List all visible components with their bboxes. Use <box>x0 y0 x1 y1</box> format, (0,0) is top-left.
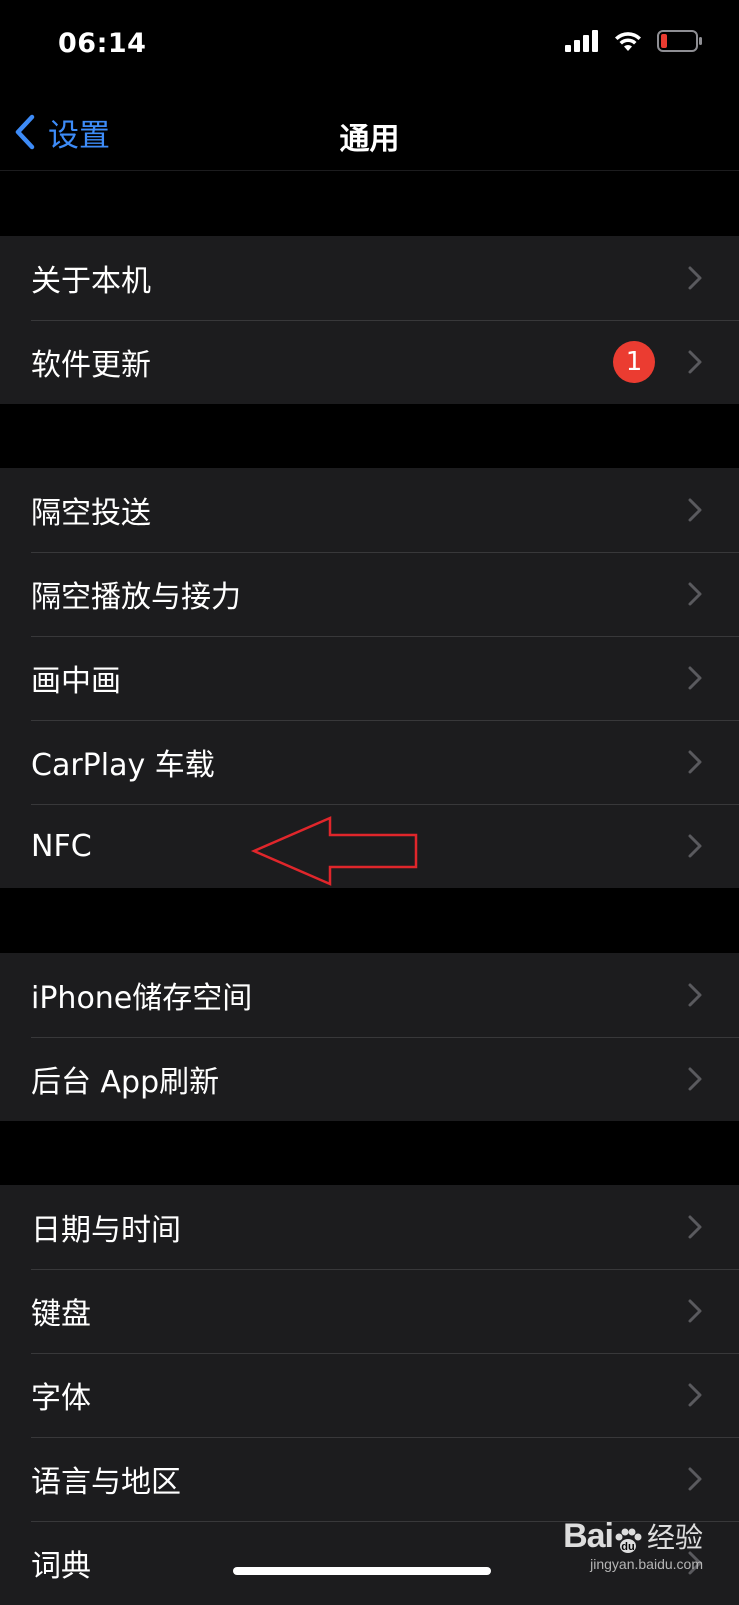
row-label: 语言与地区 <box>31 1465 181 1500</box>
wifi-icon <box>615 32 641 51</box>
chevron-right-icon <box>688 1215 702 1239</box>
row-label: iPhone储存空间 <box>31 981 253 1016</box>
row-label: 隔空播放与接力 <box>31 580 241 615</box>
chevron-right-icon <box>688 1067 702 1091</box>
row-label: 软件更新 <box>31 348 151 383</box>
chevron-right-icon <box>688 834 702 858</box>
row-background-app-refresh[interactable]: 后台 App刷新 <box>0 1037 739 1121</box>
row-airplay-handoff[interactable]: 隔空播放与接力 <box>0 552 739 636</box>
row-label: 字体 <box>31 1381 91 1416</box>
chevron-right-icon <box>688 1299 702 1323</box>
status-time: 06:14 <box>58 28 147 59</box>
row-software-update[interactable]: 软件更新 1 <box>0 320 739 404</box>
row-label: CarPlay 车载 <box>31 748 215 783</box>
row-language-region[interactable]: 语言与地区 <box>0 1437 739 1521</box>
baidu-jingyan-watermark: Bai du 经验 jingyan.baidu.com <box>563 1516 703 1572</box>
chevron-right-icon <box>688 983 702 1007</box>
svg-text:du: du <box>621 1541 634 1553</box>
status-bar: 06:14 <box>0 0 739 96</box>
row-label: 关于本机 <box>31 264 151 299</box>
settings-group-about: 关于本机 软件更新 1 <box>0 236 739 404</box>
row-date-time[interactable]: 日期与时间 <box>0 1185 739 1269</box>
row-label: 后台 App刷新 <box>31 1065 220 1100</box>
watermark-logo: Bai <box>563 1517 614 1555</box>
chevron-right-icon <box>688 1383 702 1407</box>
row-keyboard[interactable]: 键盘 <box>0 1269 739 1353</box>
annotation-arrow-icon <box>250 816 418 886</box>
row-label: 隔空投送 <box>31 496 151 531</box>
chevron-right-icon <box>688 666 702 690</box>
row-label: 日期与时间 <box>31 1213 181 1248</box>
chevron-right-icon <box>688 750 702 774</box>
navigation-bar: 设置 通用 <box>0 96 739 171</box>
row-fonts[interactable]: 字体 <box>0 1353 739 1437</box>
paw-icon: du <box>615 1528 642 1553</box>
row-carplay[interactable]: CarPlay 车载 <box>0 720 739 804</box>
status-icons <box>565 30 703 52</box>
watermark-text: 经验 <box>646 1521 703 1554</box>
row-label: 词典 <box>31 1549 91 1584</box>
home-indicator[interactable] <box>233 1567 491 1575</box>
watermark-url: jingyan.baidu.com <box>590 1556 703 1572</box>
row-label: 画中画 <box>31 664 121 699</box>
notification-badge: 1 <box>613 341 655 383</box>
cellular-signal-icon <box>565 30 598 52</box>
row-label: 键盘 <box>31 1297 91 1332</box>
chevron-right-icon <box>688 350 702 374</box>
settings-group-storage: iPhone储存空间 后台 App刷新 <box>0 953 739 1121</box>
row-iphone-storage[interactable]: iPhone储存空间 <box>0 953 739 1037</box>
battery-low-icon <box>657 30 702 52</box>
row-about[interactable]: 关于本机 <box>0 236 739 320</box>
chevron-right-icon <box>688 1467 702 1491</box>
page-title: 通用 <box>339 122 400 157</box>
chevron-right-icon <box>688 266 702 290</box>
row-picture-in-picture[interactable]: 画中画 <box>0 636 739 720</box>
row-airdrop[interactable]: 隔空投送 <box>0 468 739 552</box>
chevron-right-icon <box>688 498 702 522</box>
chevron-right-icon <box>688 582 702 606</box>
row-label: NFC <box>31 828 92 864</box>
